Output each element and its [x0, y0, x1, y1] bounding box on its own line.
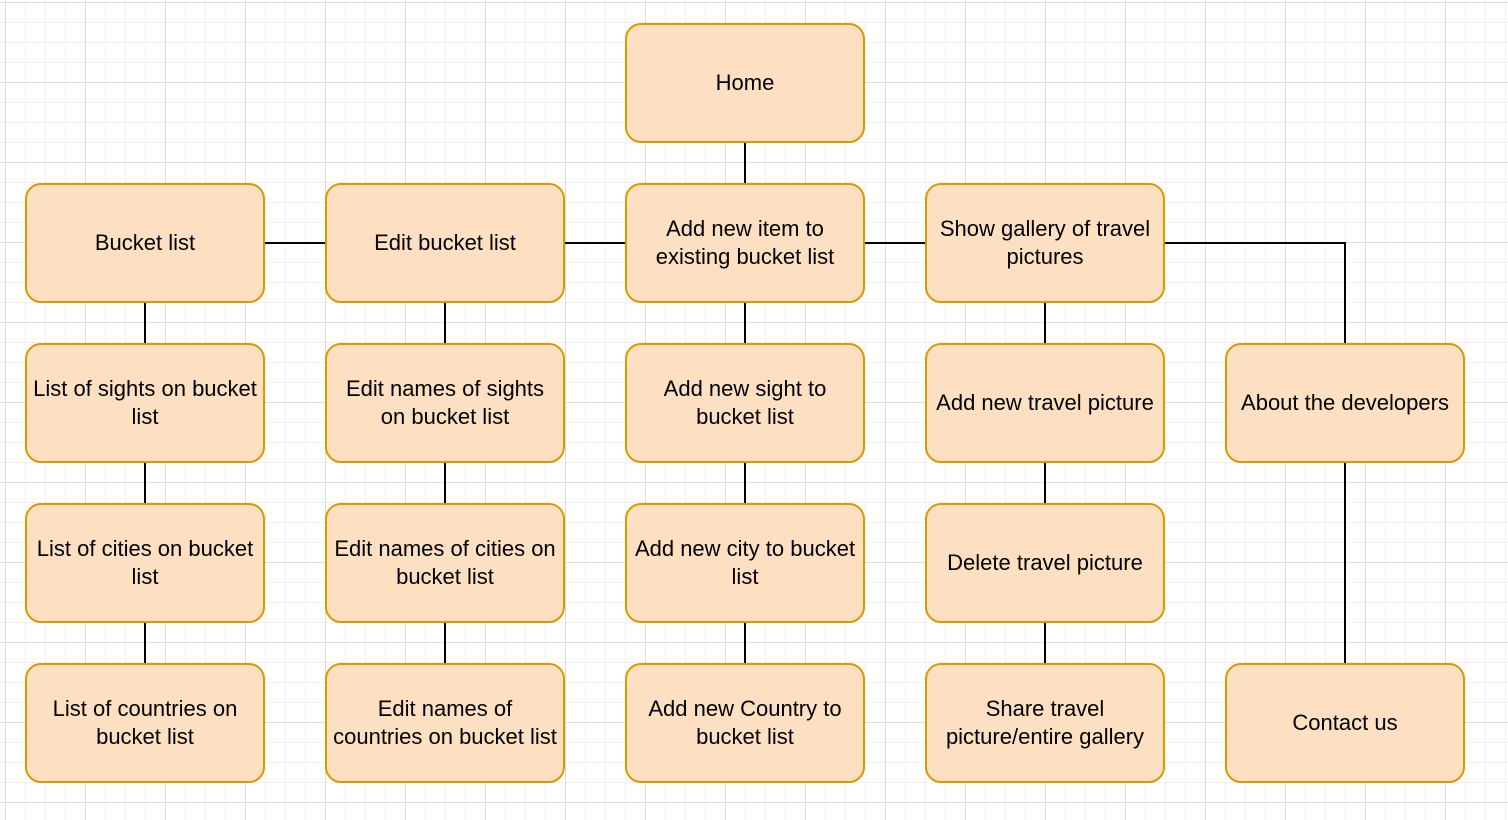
node-add-new-sight[interactable]: Add new sight to bucket list	[625, 343, 865, 463]
node-contact-us[interactable]: Contact us	[1225, 663, 1465, 783]
node-add-new-city[interactable]: Add new city to bucket list	[625, 503, 865, 623]
node-delete-travel-picture[interactable]: Delete travel picture	[925, 503, 1165, 623]
node-show-gallery[interactable]: Show gallery of travel pictures	[925, 183, 1165, 303]
node-edit-names-sights[interactable]: Edit names of sights on bucket list	[325, 343, 565, 463]
diagram-canvas: Home Bucket list Edit bucket list Add ne…	[0, 0, 1508, 820]
node-share-travel-picture[interactable]: Share travel picture/entire gallery	[925, 663, 1165, 783]
node-about-developers[interactable]: About the developers	[1225, 343, 1465, 463]
connector-show_gallery-about_developers	[1165, 242, 1346, 343]
node-add-new-country[interactable]: Add new Country to bucket list	[625, 663, 865, 783]
node-list-cities[interactable]: List of cities on bucket list	[25, 503, 265, 623]
node-bucket-list[interactable]: Bucket list	[25, 183, 265, 303]
node-edit-names-cities[interactable]: Edit names of cities on bucket list	[325, 503, 565, 623]
node-home[interactable]: Home	[625, 23, 865, 143]
node-add-new-item[interactable]: Add new item to existing bucket list	[625, 183, 865, 303]
node-list-sights[interactable]: List of sights on bucket list	[25, 343, 265, 463]
node-add-new-travel-picture[interactable]: Add new travel picture	[925, 343, 1165, 463]
node-list-countries[interactable]: List of countries on bucket list	[25, 663, 265, 783]
node-edit-bucket-list[interactable]: Edit bucket list	[325, 183, 565, 303]
node-edit-names-countries[interactable]: Edit names of countries on bucket list	[325, 663, 565, 783]
